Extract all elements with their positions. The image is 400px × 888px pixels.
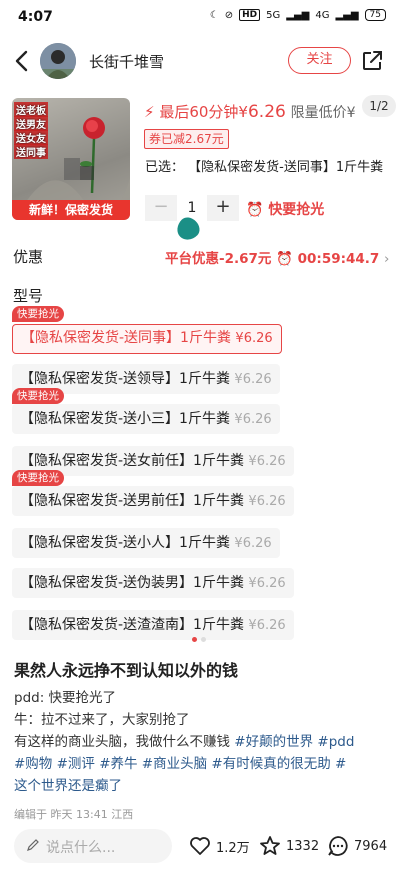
comment-input[interactable]: 说点什么... [14,829,172,863]
speech-bubble-icon [328,836,348,856]
hurry-badge: 快要抢光 [12,388,64,404]
no-disturb-icon: ⊘ [224,9,234,21]
signal-icon: ▂▄▆ [286,9,310,21]
model-option[interactable]: 【隐私保密发货-送伪装男】1斤牛粪 ¥6.26 [12,568,294,598]
image-banner: 新鲜！保密发货 [12,200,130,220]
alarm-clock-icon: ⏰ [246,202,264,218]
option-price: ¥6.26 [248,494,286,509]
pagination-dots [192,637,206,642]
discount-row[interactable]: 优惠 平台优惠-2.67元 ⏰ 00:59:44.7 › [0,242,400,268]
like-count: 1.2万 [216,840,250,856]
price-suffix: 限量低价¥ [290,105,356,121]
clock: 4:07 [18,9,53,25]
author-avatar[interactable] [40,43,76,79]
like-button[interactable]: 1.2万 [188,834,250,858]
author-name[interactable]: 长街千堆雪 [89,51,164,72]
quantity-minus-button[interactable]: − [145,195,177,221]
pagination-dot [192,637,197,642]
star-count: 1332 [286,838,320,854]
product-image[interactable]: 送老板 送男友 送女友 送同事 新鲜！保密发货 [12,98,130,220]
hurry-badge: 快要抢光 [12,470,64,486]
network2-label: 4G [315,9,330,21]
status-icons: ☾ ⊘ HD 5G ▂▄▆ 4G ▂▄▆ 75 [210,9,386,21]
countdown-timer: 00:59:44.7 [297,251,380,267]
option-name: 【隐私保密发货-送小人】1斤牛粪 [20,535,230,551]
quantity-plus-button[interactable]: + [207,195,239,221]
option-name: 【隐私保密发货-送领导】1斤牛粪 [20,371,230,387]
discount-info: 平台优惠-2.67元 ⏰ 00:59:44.7 › [165,247,389,267]
battery-icon: 75 [364,9,386,21]
option-name: 【隐私保密发货-送渣渣南】1斤牛粪 [20,617,244,633]
network-label: 5G [266,9,281,21]
back-arrow-icon[interactable] [10,48,36,74]
bottom-bar: 说点什么... 1.2万 1332 7964 [0,822,400,888]
image-tag: 送同事 [14,144,48,159]
post-title: 果然人永远挣不到认知以外的钱 [14,661,239,680]
hd-icon: HD [239,9,261,21]
post-text: 有这样的商业头脑，我做什么不赚钱 [14,734,230,750]
signal2-icon: ▂▄▆ [335,9,359,21]
option-price: ¥6.26 [248,454,286,469]
option-price: ¥6.26 [248,576,286,591]
option-name: 【隐私保密发货-送伪装男】1斤牛粪 [20,575,244,591]
status-bar: 4:07 ☾ ⊘ HD 5G ▂▄▆ 4G ▂▄▆ 75 [0,0,400,34]
model-option[interactable]: 【隐私保密发货-送小三】1斤牛粪 ¥6.26 [12,404,280,434]
model-option[interactable]: 【隐私保密发货-送小人】1斤牛粪 ¥6.26 [12,528,280,558]
alarm-clock-icon: ⏰ [276,251,293,267]
quantity-value[interactable]: 1 [177,195,207,221]
option-price: ¥6.26 [248,618,286,633]
option-name: 【隐私保密发货-送男前任】1斤牛粪 [20,493,244,509]
price-prefix: 最后60分钟¥ [159,103,248,121]
heart-icon [190,837,210,855]
post-line: 有这样的商业头脑，我做什么不赚钱 #好颠的世界 #pdd [14,730,354,750]
post-line: 牛：拉不过来了，大家别抢了 [14,712,190,728]
price-line: ⚡ 最后60分钟¥6.26 限量低价¥ [144,101,356,122]
option-name: 【隐私保密发货-送同事】1斤牛粪 [21,330,231,346]
chevron-right-icon: › [384,251,390,267]
option-price: ¥6.26 [235,331,273,346]
post-meta: 编辑于 昨天 13:41 江西 [14,808,134,821]
model-option[interactable]: 【隐私保密发货-送渣渣南】1斤牛粪 ¥6.26 [12,610,294,640]
discount-amount: 平台优惠-2.67元 [165,251,272,267]
discount-label: 优惠 [13,248,44,266]
price: 6.26 [247,102,286,122]
selected-label: 已选： [145,160,185,175]
hashtag[interactable]: #好颠的世界 #pdd [234,734,354,750]
comment-placeholder: 说点什么... [46,840,116,856]
pen-icon [27,839,39,851]
selected-value: 【隐私保密发货-送同事】1斤牛粪 [188,160,384,175]
image-tag: 送老板 [14,102,48,117]
image-tag: 送男友 [14,116,48,131]
hurry-badge: 快要抢光 [12,306,64,322]
share-icon[interactable] [360,49,384,73]
comment-button[interactable]: 7964 [326,834,387,858]
model-title: 型号 [13,287,44,305]
option-price: ¥6.26 [234,536,272,551]
option-name: 【隐私保密发货-送小三】1斤牛粪 [20,411,230,427]
option-name: 【隐私保密发货-送女前任】1斤牛粪 [20,453,244,469]
image-tag: 送女友 [14,130,48,145]
star-icon [260,836,280,855]
follow-button[interactable]: 关注 [288,47,351,74]
option-price: ¥6.26 [234,372,272,387]
hurry-text: 快要抢光 [268,202,325,218]
hashtag[interactable]: #购物 #测评 #养牛 #商业头脑 #有时候真的很无助 # [14,752,346,772]
post-line: pdd: 快要抢光了 [14,690,117,706]
pagination-dot [201,637,206,642]
image-pager[interactable]: 1/2 [362,95,396,117]
model-option[interactable]: 【隐私保密发货-送同事】1斤牛粪 ¥6.26 [12,324,282,354]
flash-icon: ⚡ [144,103,155,121]
selected-spec: 已选： 【隐私保密发货-送同事】1斤牛粪 [145,156,383,175]
post-header: 长街千堆雪 关注 [0,40,400,82]
moon-icon: ☾ [209,9,219,21]
model-option[interactable]: 【隐私保密发货-送男前任】1斤牛粪 ¥6.26 [12,486,294,516]
comment-count: 7964 [354,838,388,854]
coupon-badge: 券已减2.67元 [144,129,229,149]
star-button[interactable]: 1332 [258,834,319,858]
hashtag[interactable]: 这个世界还是癫了 [14,774,122,794]
option-price: ¥6.26 [234,412,272,427]
hurry-label: ⏰ 快要抢光 [246,199,324,219]
